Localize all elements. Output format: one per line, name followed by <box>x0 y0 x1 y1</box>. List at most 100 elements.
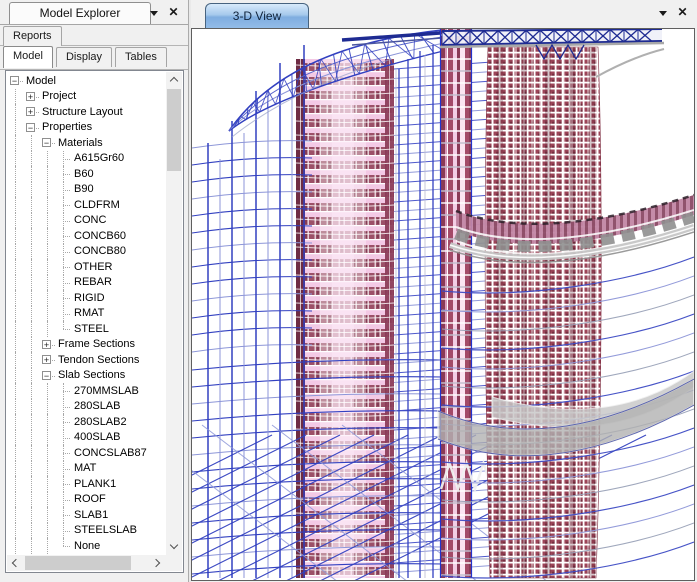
tree-leaf-connector <box>55 445 71 461</box>
tree-item-b90[interactable]: B90 <box>7 182 166 198</box>
tree-item-270mmslab[interactable]: 270MMSLAB <box>7 383 166 399</box>
tree-guide-line <box>39 523 55 539</box>
tree-item-label: STEELSLAB <box>71 523 140 537</box>
tree-guide-line <box>39 275 55 291</box>
tree-item-label: STEEL <box>71 322 112 336</box>
tree-item-280slab[interactable]: 280SLAB <box>7 399 166 415</box>
collapse-icon[interactable]: − <box>39 368 55 384</box>
tree-item-concb60[interactable]: CONCB60 <box>7 228 166 244</box>
tree-item-rigid[interactable]: RIGID <box>7 290 166 306</box>
tree-item-label: None <box>71 539 103 553</box>
scroll-down-icon[interactable] <box>166 539 182 555</box>
view-menu-button[interactable] <box>656 5 671 20</box>
scroll-up-icon[interactable] <box>166 72 182 88</box>
tree-leaf-connector <box>55 151 71 167</box>
tree-leaf-connector <box>55 523 71 539</box>
model-3d-viewport[interactable] <box>191 28 695 581</box>
tree-guide-line <box>23 197 39 213</box>
tree-guide-line <box>23 445 39 461</box>
expand-icon[interactable]: + <box>23 89 39 105</box>
tab-reports[interactable]: Reports <box>3 26 62 46</box>
horizontal-scroll-thumb[interactable] <box>25 556 131 570</box>
tree-leaf-connector <box>55 399 71 415</box>
tree-item-rebar[interactable]: REBAR <box>7 275 166 291</box>
tree-item-rmat[interactable]: RMAT <box>7 306 166 322</box>
tree-guide-line <box>39 151 55 167</box>
tree-guide-line <box>39 414 55 430</box>
tree-item-structure-layout[interactable]: +Structure Layout <box>7 104 166 120</box>
tree-leaf-connector <box>55 228 71 244</box>
tree-item-none[interactable]: None <box>7 538 166 554</box>
tree-guide-line <box>7 321 23 337</box>
tree-guide-line <box>7 120 23 136</box>
right-tower-mesh <box>485 43 601 578</box>
model-explorer-title-tab[interactable]: Model Explorer <box>9 2 151 24</box>
tree-item-280slab2[interactable]: 280SLAB2 <box>7 414 166 430</box>
tree-item-label: Properties <box>39 120 95 134</box>
tree-guide-line <box>7 166 23 182</box>
tree-item-steel[interactable]: STEEL <box>7 321 166 337</box>
tree-item-properties[interactable]: −Properties <box>7 120 166 136</box>
tree-horizontal-scrollbar[interactable] <box>7 555 166 571</box>
tree-item-a615gr60[interactable]: A615Gr60 <box>7 151 166 167</box>
chevron-down-icon <box>150 11 158 16</box>
tree-guide-line <box>7 151 23 167</box>
tree-item-mat[interactable]: MAT <box>7 461 166 477</box>
tree-item-plank1[interactable]: PLANK1 <box>7 476 166 492</box>
collapse-icon[interactable]: − <box>7 73 23 89</box>
tree-leaf-connector <box>55 476 71 492</box>
tree-guide-line <box>7 492 23 508</box>
tree-guide-line <box>7 368 23 384</box>
tree-item-400slab[interactable]: 400SLAB <box>7 430 166 446</box>
model-explorer-titlebar: Model Explorer ✕ <box>0 0 188 25</box>
tree-guide-line <box>23 182 39 198</box>
expand-icon[interactable]: + <box>39 352 55 368</box>
tree-item-label: ROOF <box>71 492 109 506</box>
tree-item-slab1[interactable]: SLAB1 <box>7 507 166 523</box>
tree-guide-line <box>7 197 23 213</box>
tree-item-b60[interactable]: B60 <box>7 166 166 182</box>
tree-item-label: CLDFRM <box>71 198 123 212</box>
tree-item-materials[interactable]: −Materials <box>7 135 166 151</box>
scroll-left-icon[interactable] <box>7 555 23 571</box>
expand-icon[interactable]: + <box>39 337 55 353</box>
tree-item-label: Structure Layout <box>39 105 126 119</box>
scroll-right-icon[interactable] <box>150 555 166 571</box>
view-close-button[interactable]: ✕ <box>675 5 690 20</box>
tree-item-roof[interactable]: ROOF <box>7 492 166 508</box>
tree-guide-line <box>39 306 55 322</box>
tree-item-other[interactable]: OTHER <box>7 259 166 275</box>
tree-item-concslab87[interactable]: CONCSLAB87 <box>7 445 166 461</box>
tab-display[interactable]: Display <box>56 47 112 67</box>
tree-item-slab-sections[interactable]: −Slab Sections <box>7 368 166 384</box>
tree-guide-line <box>23 368 39 384</box>
tree-item-project[interactable]: +Project <box>7 89 166 105</box>
expand-icon[interactable]: + <box>23 104 39 120</box>
tree-guide-line <box>7 182 23 198</box>
panel-close-button[interactable]: ✕ <box>166 5 181 20</box>
tree-item-cldfrm[interactable]: CLDFRM <box>7 197 166 213</box>
tree-item-label: SLAB1 <box>71 508 111 522</box>
tree-guide-line <box>7 290 23 306</box>
tree-item-concb80[interactable]: CONCB80 <box>7 244 166 260</box>
collapse-icon[interactable]: − <box>39 135 55 151</box>
tab-model[interactable]: Model <box>3 46 53 68</box>
tab-tables[interactable]: Tables <box>115 47 167 67</box>
tree-item-frame-sections[interactable]: +Frame Sections <box>7 337 166 353</box>
vertical-scroll-thumb[interactable] <box>167 89 181 171</box>
tree-leaf-connector <box>55 383 71 399</box>
tree-guide-line <box>7 507 23 523</box>
tree-item-label: 280SLAB2 <box>71 415 130 429</box>
tree-item-label: Slab Sections <box>55 368 128 382</box>
tree-guide-line <box>23 151 39 167</box>
view-3d-tab[interactable]: 3-D View <box>205 3 309 28</box>
tree-item-conc[interactable]: CONC <box>7 213 166 229</box>
tree-item-model[interactable]: −Model <box>7 73 166 89</box>
tree-guide-line <box>23 135 39 151</box>
tree-vertical-scrollbar[interactable] <box>166 72 182 555</box>
tree-guide-line <box>7 430 23 446</box>
collapse-icon[interactable]: − <box>23 120 39 136</box>
tree-item-steelslab[interactable]: STEELSLAB <box>7 523 166 539</box>
panel-menu-button[interactable] <box>147 5 162 20</box>
tree-item-tendon-sections[interactable]: +Tendon Sections <box>7 352 166 368</box>
